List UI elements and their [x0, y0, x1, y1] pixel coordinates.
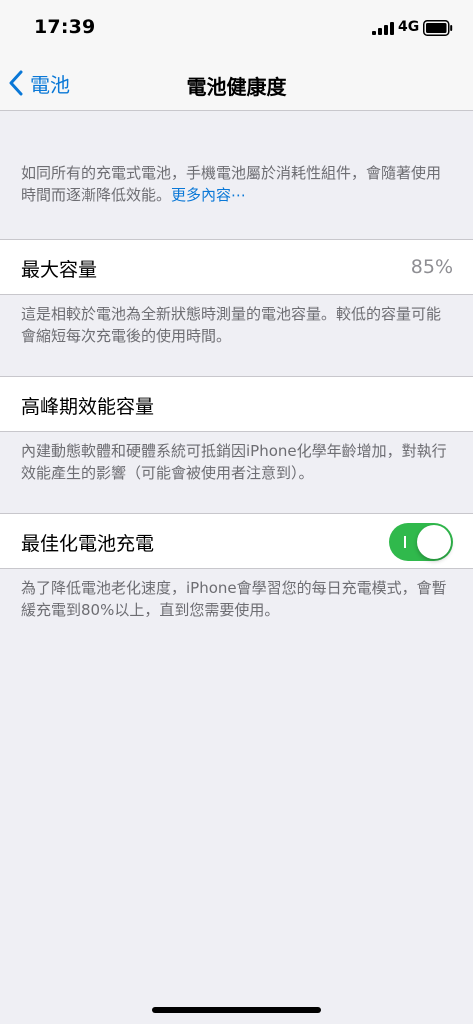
- optimized-charging-label: 最佳化電池充電: [21, 533, 155, 555]
- navigation-bar: 電池健康度 電池: [0, 56, 473, 111]
- optimized-charging-toggle[interactable]: [389, 523, 453, 561]
- chevron-left-icon: [9, 70, 23, 96]
- optimized-charging-footnote: 為了降低電池老化速度，iPhone會學習您的每日充電模式，會暫緩充電到80%以上…: [21, 579, 447, 619]
- network-type-label: 4G: [398, 19, 420, 35]
- peak-performance-footnote: 內建動態軟體和硬體系統可抵銷因iPhone化學年齡增加，對執行效能產生的影響（可…: [21, 442, 447, 482]
- optimized-charging-row: 最佳化電池充電: [0, 513, 473, 569]
- max-capacity-label: 最大容量: [21, 259, 98, 281]
- cellular-signal-icon: [372, 22, 394, 35]
- toggle-knob: [417, 525, 451, 559]
- peak-performance-label: 高峰期效能容量: [21, 396, 155, 418]
- intro-description: 如同所有的充電式電池，手機電池屬於消耗性組件，會隨著使用時間而逐漸降低效能。更多…: [21, 162, 453, 206]
- status-bar: 17:39 4G: [0, 0, 473, 56]
- status-time: 17:39: [34, 16, 96, 38]
- home-indicator[interactable]: [152, 1007, 321, 1013]
- back-button[interactable]: 電池: [8, 68, 70, 98]
- battery-icon: [423, 20, 453, 36]
- peak-performance-row: 高峰期效能容量: [0, 376, 473, 432]
- max-capacity-value: 85%: [410, 256, 453, 278]
- max-capacity-row: 最大容量 85%: [0, 239, 473, 295]
- learn-more-link[interactable]: 更多內容⋯: [171, 186, 246, 204]
- page-title: 電池健康度: [186, 75, 287, 99]
- max-capacity-footnote: 這是相較於電池為全新狀態時測量的電池容量。較低的容量可能會縮短每次充電後的使用時…: [21, 305, 442, 345]
- back-button-label: 電池: [30, 72, 70, 97]
- toggle-on-indicator: [404, 536, 406, 548]
